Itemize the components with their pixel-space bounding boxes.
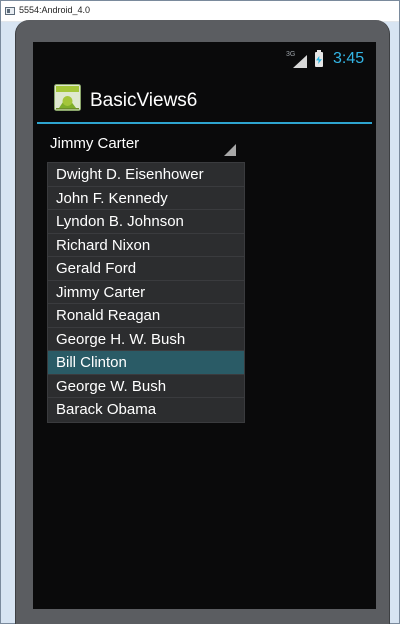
president-spinner[interactable]: Jimmy Carter bbox=[43, 130, 243, 158]
spinner-dropdown-list: Dwight D. Eisenhower John F. Kennedy Lyn… bbox=[47, 162, 245, 423]
dropdown-item-clinton[interactable]: Bill Clinton bbox=[48, 351, 244, 375]
action-bar-divider bbox=[37, 122, 372, 124]
spinner-selected-value: Jimmy Carter bbox=[50, 135, 140, 152]
app-title: BasicViews6 bbox=[90, 90, 198, 111]
dropdown-item-nixon[interactable]: Richard Nixon bbox=[48, 234, 244, 257]
dropdown-item-reagan[interactable]: Ronald Reagan bbox=[48, 304, 244, 328]
dropdown-item-bush-sr[interactable]: George H. W. Bush bbox=[48, 328, 244, 351]
status-bar: 3G 3:45 bbox=[33, 42, 376, 76]
dropdown-item-carter[interactable]: Jimmy Carter bbox=[48, 281, 244, 304]
dropdown-item-kennedy[interactable]: John F. Kennedy bbox=[48, 187, 244, 210]
action-bar bbox=[33, 76, 376, 120]
battery-charging-icon bbox=[315, 50, 323, 67]
android-launcher-icon[interactable] bbox=[54, 84, 81, 111]
device-bezel-bottom bbox=[15, 609, 390, 624]
window-title: 5554:Android_4.0 bbox=[19, 5, 91, 15]
cell-signal-icon bbox=[293, 55, 307, 68]
dropdown-item-obama[interactable]: Barack Obama bbox=[48, 398, 244, 422]
window-titlebar[interactable]: 5554:Android_4.0 bbox=[1, 1, 399, 22]
spinner-triangle-icon bbox=[224, 144, 236, 156]
dropdown-item-eisenhower[interactable]: Dwight D. Eisenhower bbox=[48, 163, 244, 187]
device-screen: 3G 3:45 BasicViews6 Jimmy Carter Dwight … bbox=[33, 42, 376, 609]
status-clock: 3:45 bbox=[333, 50, 365, 67]
emulator-window-icon bbox=[5, 7, 15, 15]
dropdown-item-ford[interactable]: Gerald Ford bbox=[48, 257, 244, 281]
dropdown-item-bush-jr[interactable]: George W. Bush bbox=[48, 375, 244, 398]
dropdown-item-johnson[interactable]: Lyndon B. Johnson bbox=[48, 210, 244, 234]
